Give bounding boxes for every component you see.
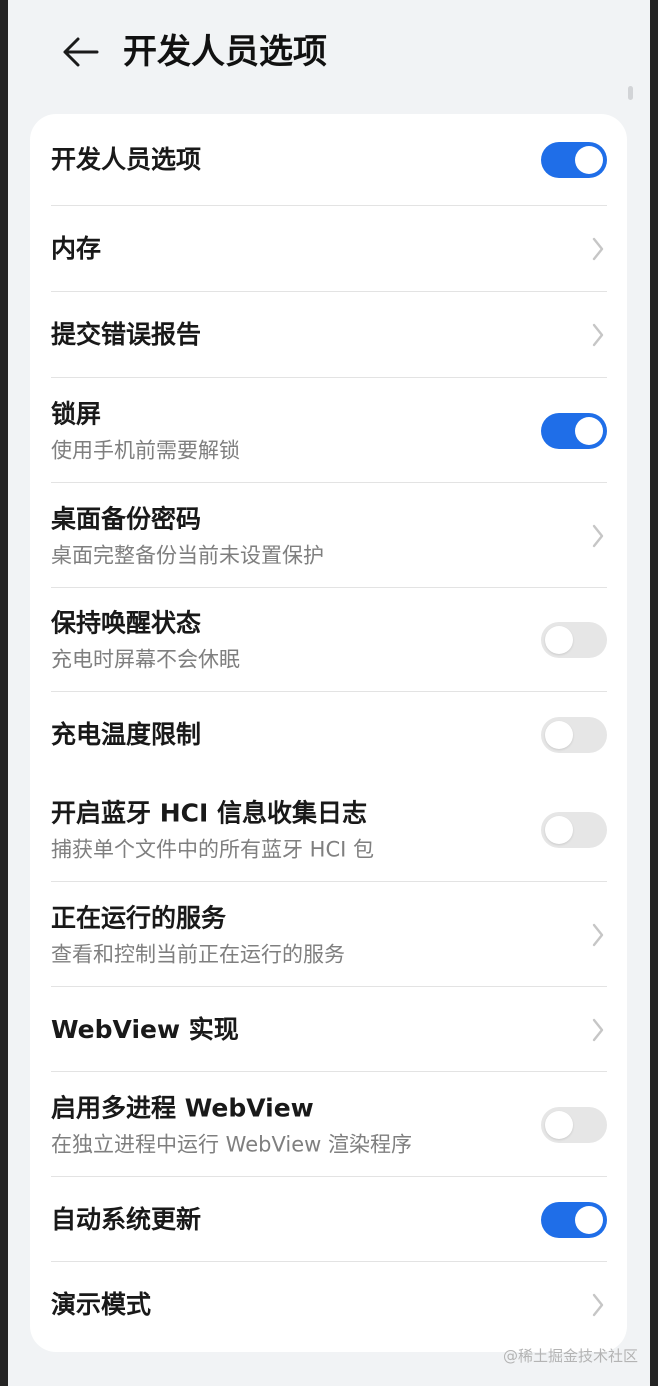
setting-title: 保持唤醒状态: [51, 608, 202, 638]
setting-title: 桌面备份密码: [51, 504, 202, 533]
setting-stay-awake[interactable]: 保持唤醒状态 充电时屏幕不会休眠: [30, 588, 627, 692]
setting-subtitle: 使用手机前需要解锁: [51, 438, 240, 462]
bluetooth-hci-log-toggle[interactable]: [541, 812, 607, 848]
setting-title: 内存: [51, 234, 102, 263]
setting-demo-mode[interactable]: 演示模式: [30, 1262, 627, 1348]
setting-lock-screen[interactable]: 锁屏 使用手机前需要解锁: [30, 378, 627, 483]
setting-title: WebView 实现: [51, 1014, 239, 1044]
setting-title: 自动系统更新: [51, 1204, 202, 1234]
setting-bug-report[interactable]: 提交错误报告: [30, 292, 627, 378]
setting-title: 正在运行的服务: [51, 903, 227, 932]
setting-running-services[interactable]: 正在运行的服务 查看和控制当前正在运行的服务: [30, 882, 627, 987]
chevron-right-icon: [592, 1293, 604, 1317]
screen-edge-left: [0, 0, 8, 1386]
auto-system-update-toggle[interactable]: [541, 1201, 607, 1238]
watermark: @稀土掘金技术社区: [502, 1347, 638, 1365]
setting-subtitle: 捕获单个文件中的所有蓝牙 HCI 包: [51, 837, 374, 862]
setting-title: 启用多进程 WebView: [51, 1093, 314, 1122]
chevron-right-icon: [592, 237, 604, 261]
setting-title: 开启蓝牙 HCI 信息收集日志: [51, 798, 367, 828]
multiprocess-webview-toggle[interactable]: [541, 1106, 607, 1143]
setting-subtitle: 在独立进程中运行 WebView 渲染程序: [51, 1132, 412, 1156]
setting-webview-implementation[interactable]: WebView 实现: [30, 987, 627, 1072]
arrow-left-icon: [63, 37, 99, 67]
screen-edge-right: [650, 0, 658, 1386]
setting-bluetooth-hci-log[interactable]: 开启蓝牙 HCI 信息收集日志 捕获单个文件中的所有蓝牙 HCI 包: [30, 778, 627, 882]
setting-subtitle: 查看和控制当前正在运行的服务: [51, 942, 345, 966]
page-title: 开发人员选项: [123, 32, 327, 72]
app-header: 开发人员选项: [8, 0, 650, 104]
charging-temperature-toggle[interactable]: [541, 717, 607, 753]
setting-subtitle: 桌面完整备份当前未设置保护: [51, 543, 324, 567]
back-button[interactable]: [52, 24, 108, 80]
toggle-knob: [545, 626, 573, 654]
toggle-knob: [545, 816, 573, 844]
chevron-right-icon: [592, 923, 604, 946]
toggle-knob: [545, 721, 573, 749]
setting-title: 开发人员选项: [51, 145, 202, 174]
setting-subtitle: 充电时屏幕不会休眠: [51, 647, 240, 672]
developer-options-toggle[interactable]: [541, 142, 607, 178]
toggle-knob: [575, 416, 603, 445]
setting-title: 提交错误报告: [51, 320, 202, 349]
setting-title: 充电温度限制: [51, 720, 202, 749]
setting-title: 演示模式: [51, 1290, 152, 1319]
setting-memory[interactable]: 内存: [30, 206, 627, 292]
toggle-knob: [575, 1205, 603, 1234]
chevron-right-icon: [592, 323, 604, 347]
toggle-knob: [575, 146, 603, 174]
settings-card: 开发人员选项 内存 提交错误报告 锁屏 使用手机前需要解锁 桌面备份密码 桌面完…: [30, 114, 627, 1352]
setting-title: 锁屏: [51, 399, 102, 428]
chevron-right-icon: [592, 524, 604, 547]
setting-desktop-backup-password[interactable]: 桌面备份密码 桌面完整备份当前未设置保护: [30, 483, 627, 588]
chevron-right-icon: [592, 1018, 604, 1041]
lock-screen-toggle[interactable]: [541, 412, 607, 449]
stay-awake-toggle[interactable]: [541, 622, 607, 658]
toggle-knob: [545, 1110, 573, 1139]
setting-charging-temperature-limit[interactable]: 充电温度限制: [30, 692, 627, 778]
setting-developer-options[interactable]: 开发人员选项: [30, 114, 627, 206]
scroll-indicator: [628, 86, 633, 100]
setting-multiprocess-webview[interactable]: 启用多进程 WebView 在独立进程中运行 WebView 渲染程序: [30, 1072, 627, 1177]
setting-auto-system-update[interactable]: 自动系统更新: [30, 1177, 627, 1262]
